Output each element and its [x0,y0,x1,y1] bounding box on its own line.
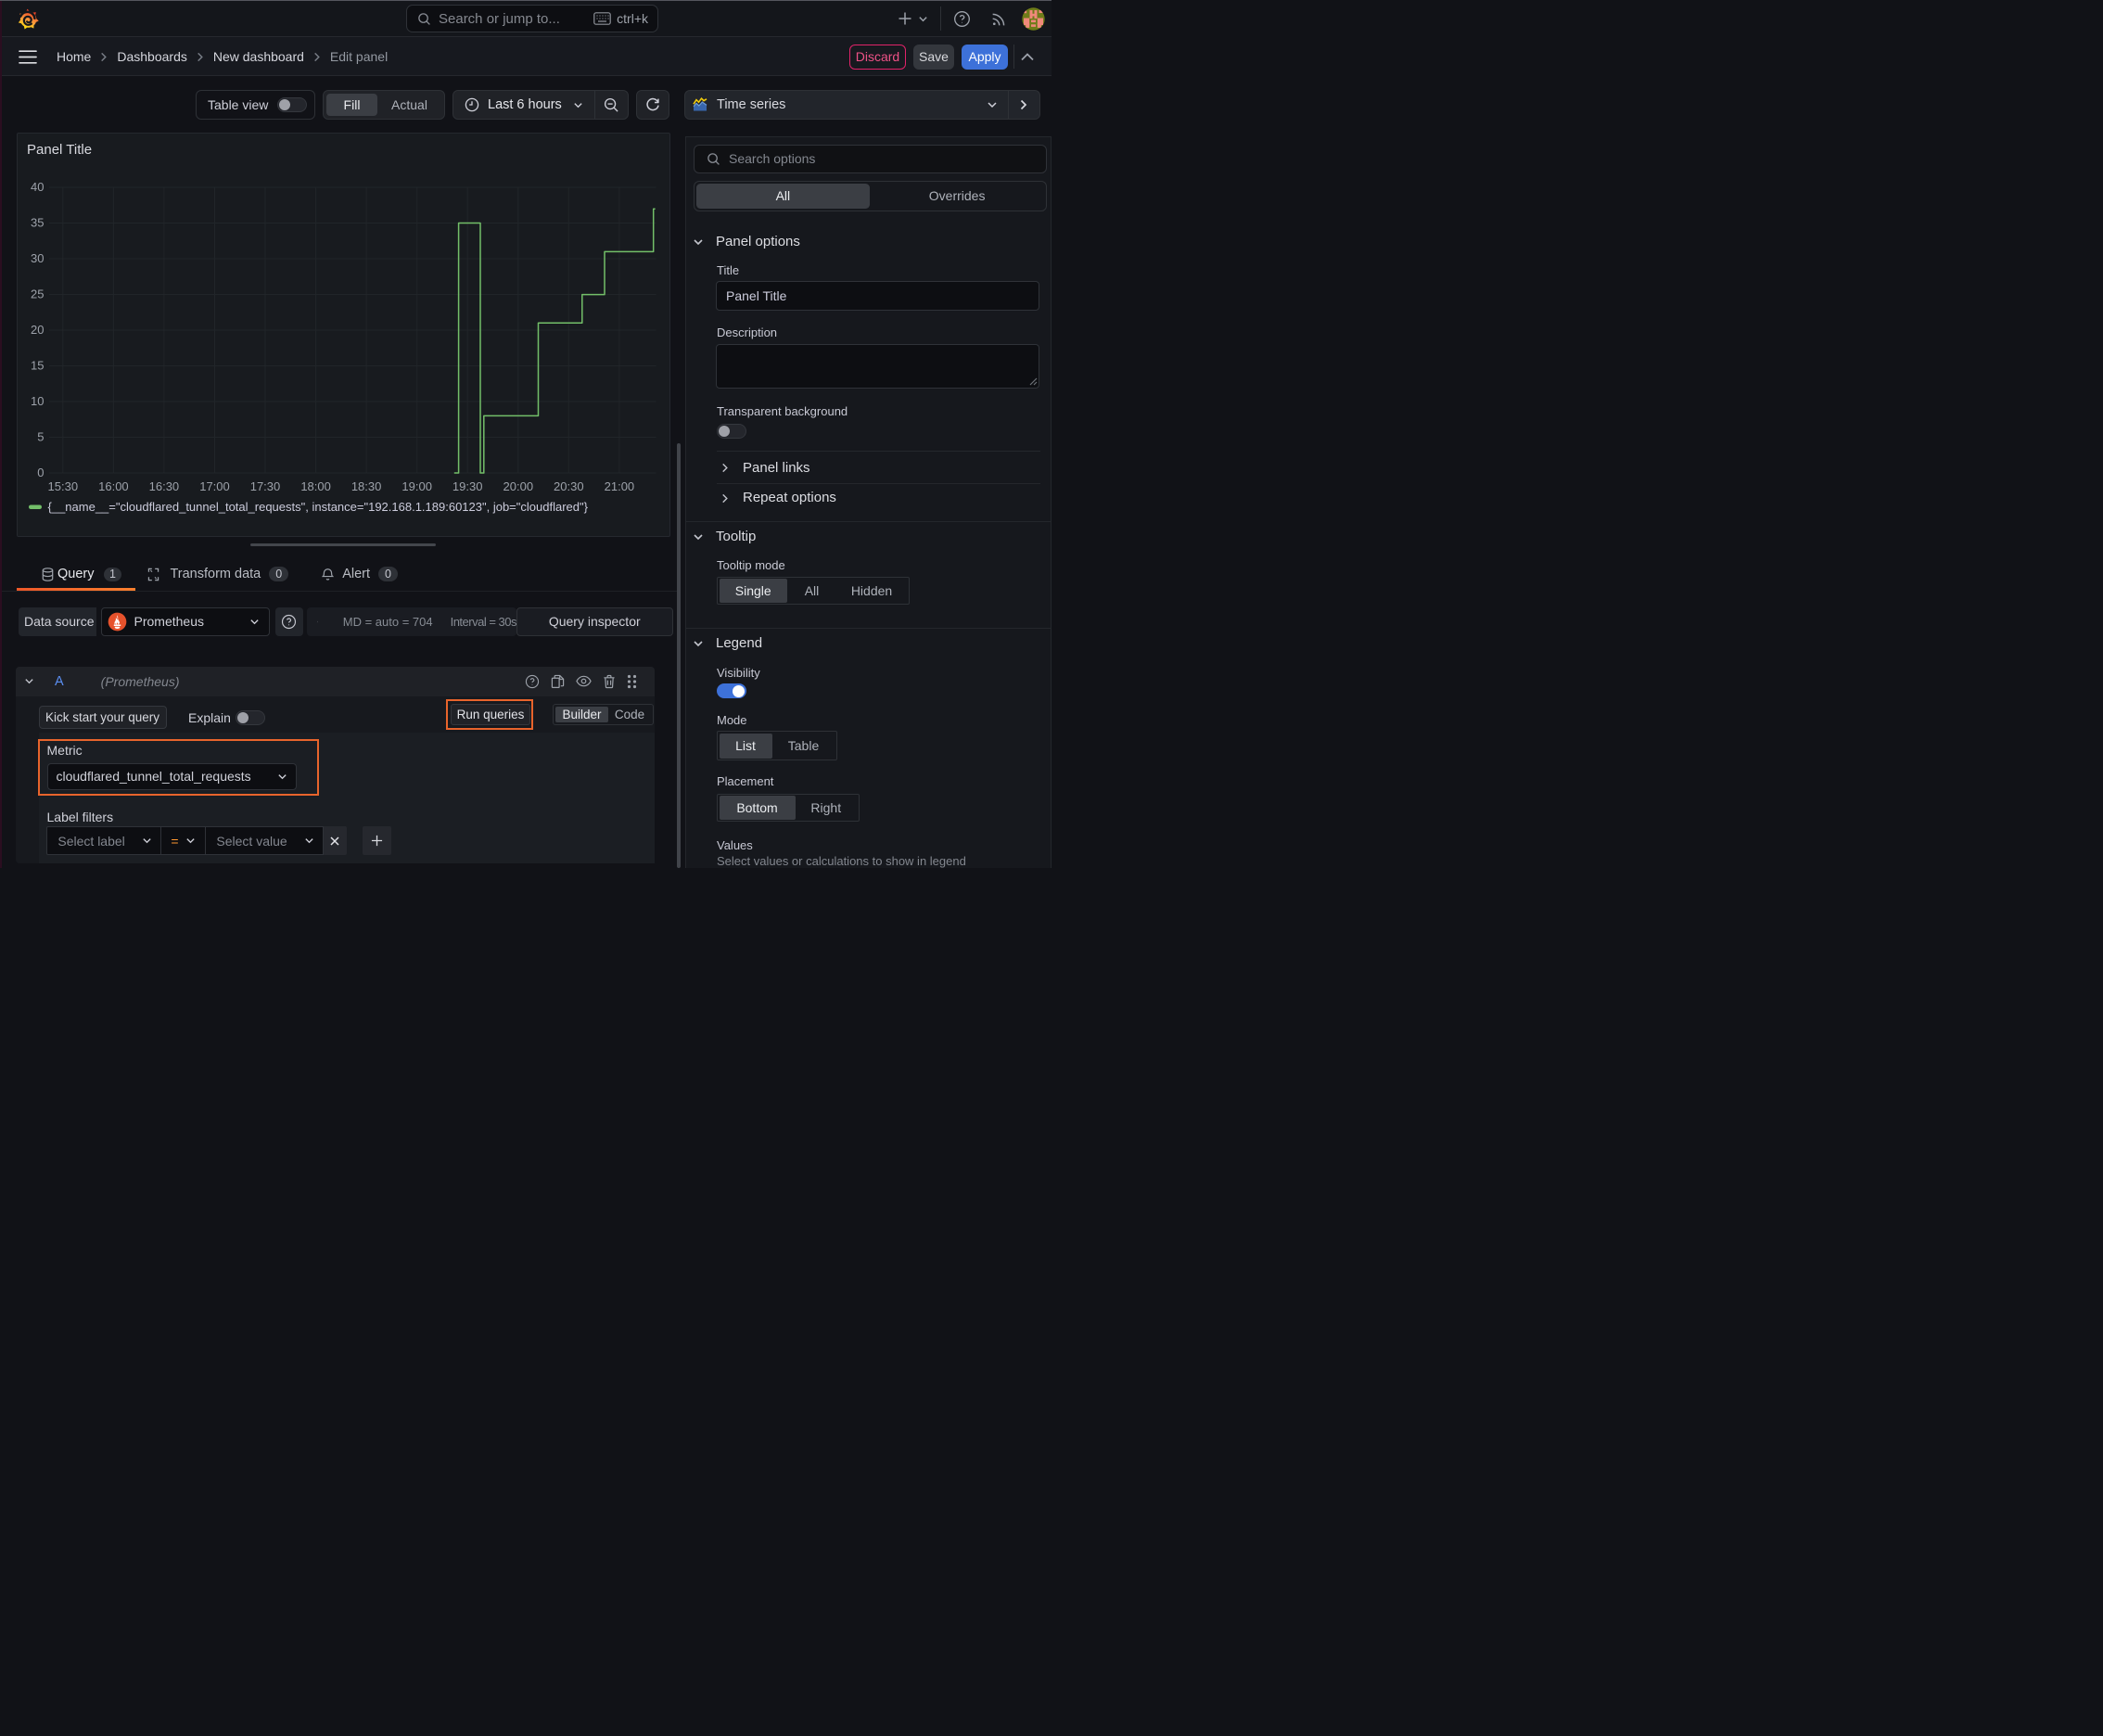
svg-text:18:00: 18:00 [300,479,331,493]
svg-text:20: 20 [31,323,44,337]
svg-text:17:00: 17:00 [199,479,230,493]
svg-text:{__name__="cloudflared_tunnel_: {__name__="cloudflared_tunnel_total_requ… [48,500,589,514]
svg-text:16:30: 16:30 [149,479,180,493]
svg-text:5: 5 [37,430,44,444]
svg-text:20:00: 20:00 [503,479,534,493]
svg-text:15: 15 [31,359,44,373]
svg-text:35: 35 [31,216,44,230]
svg-text:17:30: 17:30 [250,479,281,493]
svg-text:0: 0 [37,466,44,479]
svg-text:21:00: 21:00 [605,479,635,493]
svg-text:10: 10 [31,394,44,408]
svg-text:30: 30 [31,251,44,265]
svg-text:15:30: 15:30 [48,479,79,493]
svg-text:16:00: 16:00 [98,479,129,493]
svg-text:19:30: 19:30 [452,479,483,493]
svg-text:40: 40 [31,180,44,194]
svg-text:25: 25 [31,287,44,301]
svg-text:19:00: 19:00 [401,479,432,493]
svg-text:20:30: 20:30 [554,479,584,493]
svg-text:18:30: 18:30 [351,479,382,493]
